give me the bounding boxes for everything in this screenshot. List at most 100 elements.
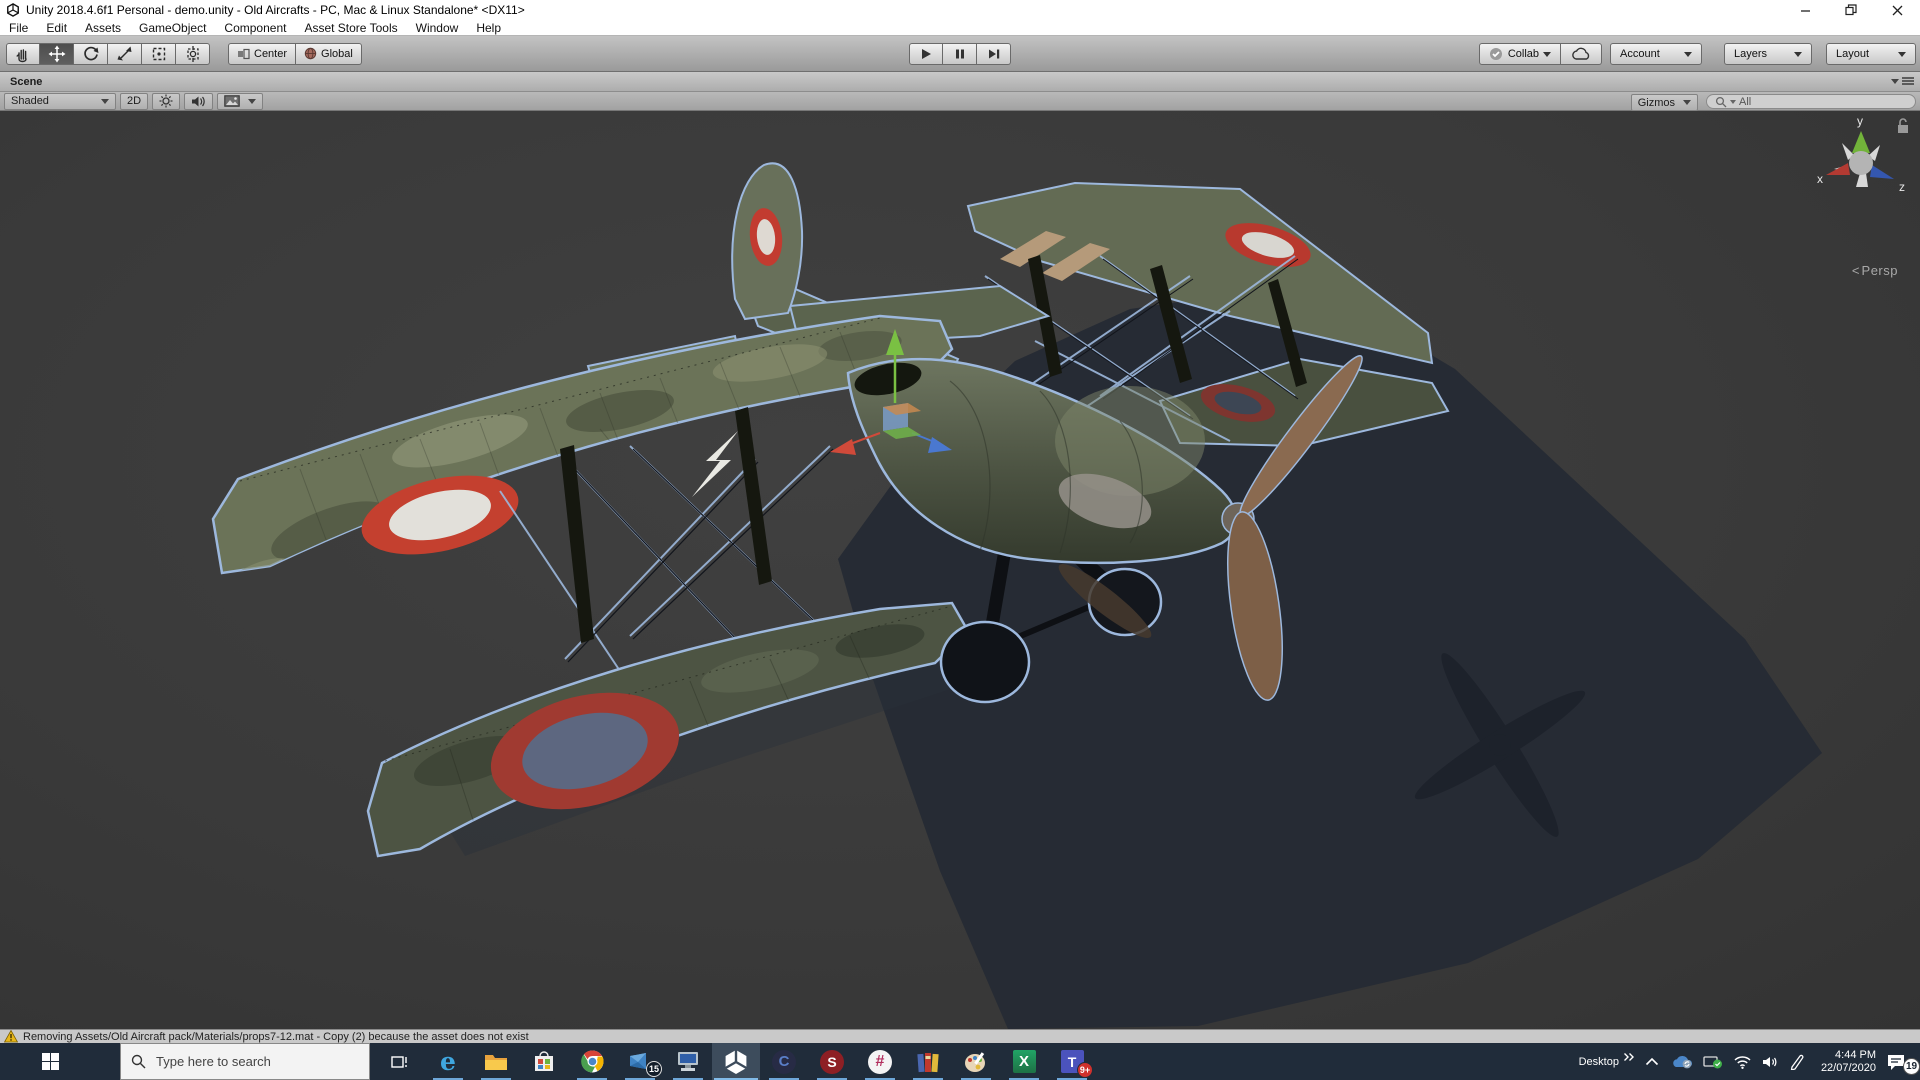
taskbar-app-slack[interactable]: # [856,1043,904,1080]
step-button[interactable] [977,43,1011,65]
play-icon [922,49,931,59]
axis-x-cone[interactable] [1826,163,1850,175]
menu-file[interactable]: File [0,21,37,35]
menu-gameobject[interactable]: GameObject [130,21,215,35]
2d-toggle-button[interactable]: 2D [120,92,149,110]
panel-menu-button[interactable] [1887,76,1914,86]
menu-asset-store-tools[interactable]: Asset Store Tools [295,21,406,35]
axis-y-cone[interactable] [1852,131,1870,153]
projection-label: Persp [1861,263,1898,278]
menu-assets[interactable]: Assets [76,21,130,35]
start-button[interactable] [26,1043,74,1080]
ethernet-status-icon[interactable] [1703,1055,1723,1069]
pause-button[interactable] [943,43,977,65]
title-bar: Unity 2018.4.6f1 Personal - demo.unity -… [0,0,1920,20]
space-toggle-button[interactable]: Global [296,42,362,65]
gizmo-center-sphere[interactable] [1849,151,1873,175]
main-toolbar: Center Global Collab Account Layers Layo… [0,36,1920,72]
hand-tool-button[interactable] [6,42,40,65]
restore-button[interactable] [1828,0,1874,20]
move-tool-button[interactable] [40,42,74,65]
search-icon [1715,96,1727,107]
taskbar-app-excel[interactable]: X [1000,1043,1048,1080]
scene-effects-dropdown[interactable] [217,92,264,110]
speaker-icon [192,96,205,106]
chevron-down-icon [1891,78,1899,84]
task-view-button[interactable] [376,1043,424,1080]
cloud-button[interactable] [1561,43,1602,65]
clock[interactable]: 4:44 PM 22/07/2020 [1821,1049,1876,1075]
menu-component[interactable]: Component [215,21,295,35]
globe-icon [304,47,317,60]
pen-workspace-icon[interactable] [1789,1054,1805,1070]
scene-viewport[interactable]: y x z < Persp [0,111,1920,1029]
chevron-double-right-icon[interactable] [1623,1052,1635,1062]
transform-combined-icon [186,45,199,62]
scene-lighting-toggle[interactable] [152,92,181,110]
rotate-tool-button[interactable] [74,42,108,65]
action-center-button[interactable]: 19 [1886,1043,1920,1080]
substance-icon: S [827,1053,837,1070]
tab-scene[interactable]: Scene [0,76,52,88]
projection-mode-button[interactable]: < Persp [1852,263,1898,278]
toolbar-right-group: Collab Account Layers Layout [1478,43,1916,65]
taskbar-app-remote-desktop[interactable] [664,1043,712,1080]
pivot-toggle-button[interactable]: Center [228,42,297,65]
close-button[interactable] [1874,0,1920,20]
taskbar-app-substance[interactable]: S [808,1043,856,1080]
rect-tool-button[interactable] [142,42,176,65]
paint-palette-icon [965,1051,985,1072]
axis-x-label: x [1817,172,1823,186]
collab-dropdown[interactable]: Collab [1478,43,1561,65]
restore-icon [1845,4,1857,16]
biplane-model[interactable] [0,111,1920,1029]
2d-label: 2D [127,95,142,107]
minimize-button[interactable] [1782,0,1828,20]
minimize-icon [1800,9,1810,12]
layout-dropdown[interactable]: Layout [1826,43,1916,65]
menu-edit[interactable]: Edit [37,21,76,35]
cloud-icon [1572,47,1590,60]
taskbar-app-teams[interactable]: T 9+ [1048,1043,1096,1080]
scale-tool-button[interactable] [108,42,142,65]
hidden-icons-chevron-icon[interactable] [1645,1057,1659,1066]
taskbar-app-winrar[interactable] [904,1043,952,1080]
taskbar-app-mail[interactable]: 15 [616,1043,664,1080]
taskbar-app-file-explorer[interactable] [472,1043,520,1080]
chevron-down-icon [248,98,257,104]
layers-dropdown[interactable]: Layers [1724,43,1812,65]
status-bar[interactable]: Removing Assets/Old Aircraft pack/Materi… [0,1029,1920,1043]
taskbar-app-cinema4d[interactable]: C [760,1043,808,1080]
axis-z-cone[interactable] [1870,165,1894,179]
play-button[interactable] [909,43,943,65]
unity-app-icon [7,3,19,17]
space-label: Global [321,47,353,60]
taskbar-app-edge[interactable]: e [424,1043,472,1080]
remote-desktop-icon [678,1051,698,1071]
chevron-down-icon [1898,51,1906,57]
menu-window[interactable]: Window [407,21,468,35]
scene-search-input[interactable]: All [1706,94,1916,109]
menu-help[interactable]: Help [467,21,510,35]
lock-icon[interactable] [1898,118,1908,133]
orientation-gizmo[interactable]: y x z [1810,113,1914,219]
taskbar-app-store[interactable] [520,1043,568,1080]
gizmos-dropdown[interactable]: Gizmos [1630,94,1698,111]
account-dropdown[interactable]: Account [1610,43,1702,65]
scene-audio-toggle[interactable] [184,92,214,110]
gizmos-label: Gizmos [1637,96,1675,109]
taskbar-app-unity[interactable] [712,1043,760,1080]
shading-mode-label: Shaded [11,95,49,107]
taskbar-app-chrome[interactable] [568,1043,616,1080]
show-desktop-button[interactable]: Desktop [1579,1056,1619,1068]
chevron-down-icon [1684,51,1692,57]
shading-mode-dropdown[interactable]: Shaded [4,92,116,110]
volume-icon[interactable] [1762,1055,1779,1069]
onedrive-icon[interactable] [1671,1054,1693,1069]
windows-logo-icon [41,1053,59,1070]
wifi-icon[interactable] [1733,1055,1752,1069]
taskbar-search-input[interactable]: Type here to search [120,1043,370,1080]
move-icon [48,45,65,62]
taskbar-app-paint[interactable] [952,1043,1000,1080]
transform-tool-button[interactable] [176,42,210,65]
